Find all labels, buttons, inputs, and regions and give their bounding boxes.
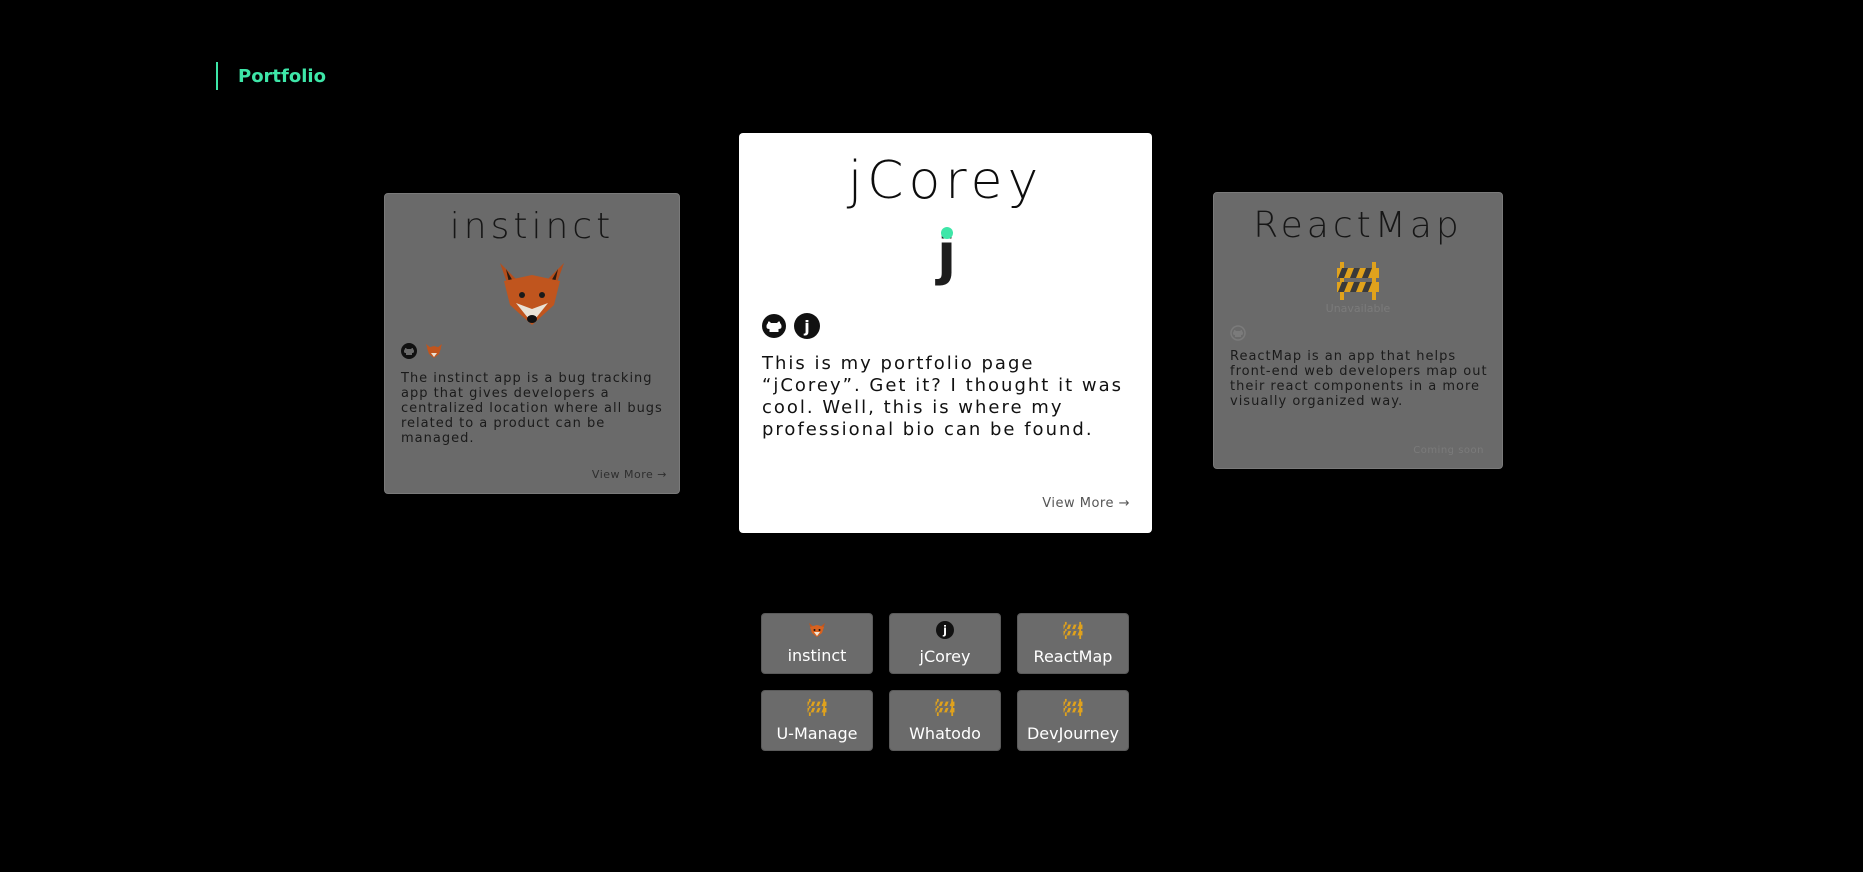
chip-label: jCorey xyxy=(919,647,971,666)
chip-label: ReactMap xyxy=(1033,647,1113,666)
card-title: instinct xyxy=(449,206,615,247)
nav-chip-instinct[interactable]: instinct xyxy=(761,613,873,674)
card-description: ReactMap is an app that helps front-end … xyxy=(1230,349,1488,409)
j-icon[interactable]: j xyxy=(794,313,820,343)
chip-label: DevJourney xyxy=(1026,724,1120,743)
github-icon[interactable] xyxy=(401,343,417,363)
nav-chip-devjourney[interactable]: DevJourney xyxy=(1017,690,1129,751)
nav-chip-u-manage[interactable]: U-Manage xyxy=(761,690,873,751)
page-header: Portfolio xyxy=(216,62,326,90)
project-card-jcorey[interactable]: jCorey j j This is my portfolio page “jC… xyxy=(739,133,1152,533)
page-title: Portfolio xyxy=(238,65,326,87)
card-title: jCorey xyxy=(847,151,1044,211)
j-icon: j xyxy=(936,621,954,643)
card-description: This is my portfolio page “jCorey”. Get … xyxy=(762,353,1123,440)
svg-text:j: j xyxy=(942,624,947,637)
svg-text:j: j xyxy=(803,317,809,336)
status-label: Unavailable xyxy=(1325,302,1391,315)
github-icon[interactable] xyxy=(762,314,786,342)
project-card-instinct[interactable]: instinct The instinct app is a bug track… xyxy=(384,193,680,494)
fox-icon xyxy=(808,622,826,642)
barrier-icon xyxy=(935,698,955,720)
view-more-link[interactable]: View More → xyxy=(592,468,667,481)
project-nav: instinct j jCorey ReactMap U-Manage What… xyxy=(761,613,1129,751)
coming-soon-label: Coming soon xyxy=(1413,445,1484,456)
fox-small-icon[interactable] xyxy=(425,343,443,363)
chip-label: U-Manage xyxy=(776,724,858,743)
barrier-icon xyxy=(807,698,827,720)
chip-label: instinct xyxy=(787,646,847,665)
nav-chip-whatodo[interactable]: Whatodo xyxy=(889,690,1001,751)
nav-chip-reactmap[interactable]: ReactMap xyxy=(1017,613,1129,674)
project-card-reactmap[interactable]: ReactMap Unavailable ReactMap is an app … xyxy=(1213,192,1503,469)
nav-chip-jcorey[interactable]: j jCorey xyxy=(889,613,1001,674)
barrier-icon xyxy=(1063,698,1083,720)
chip-label: Whatodo xyxy=(909,724,981,743)
card-description: The instinct app is a bug tracking app t… xyxy=(401,371,663,446)
view-more-link[interactable]: View More → xyxy=(1042,496,1130,511)
j-logo-icon: j xyxy=(937,222,957,287)
card-title: ReactMap xyxy=(1253,205,1463,246)
github-icon xyxy=(1230,325,1246,345)
fox-logo-icon xyxy=(385,261,679,327)
barrier-icon xyxy=(1063,621,1083,643)
barrier-logo-icon xyxy=(1214,260,1502,300)
